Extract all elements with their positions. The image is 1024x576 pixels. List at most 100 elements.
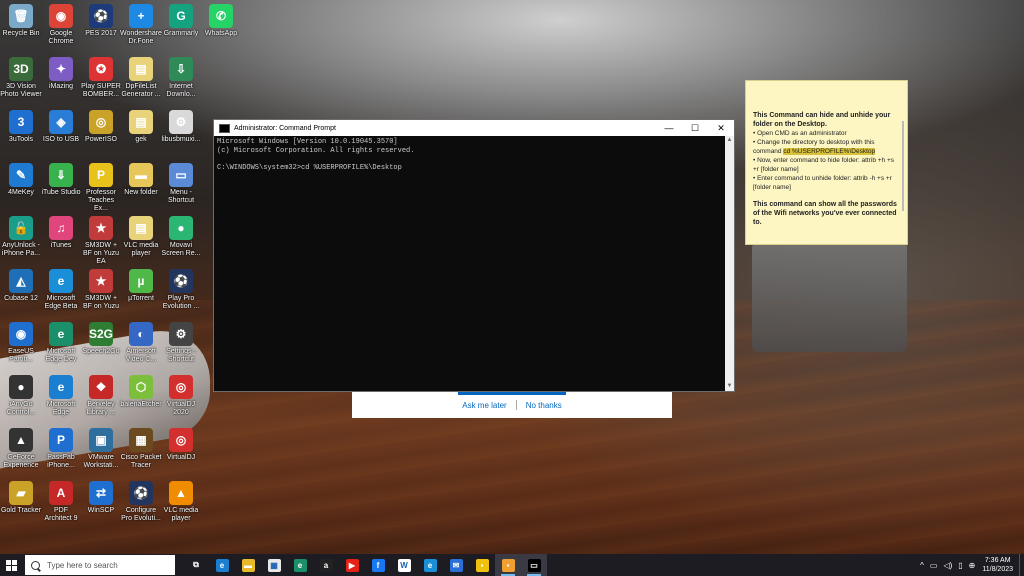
desktop-icon[interactable]: ⇄ WinSCP: [80, 481, 122, 515]
desktop-icon[interactable]: ▲ GeForce Experience: [0, 428, 42, 470]
desktop-icon[interactable]: P PassFab iPhone...: [40, 428, 82, 470]
desktop-icon[interactable]: ◎ PowerISO: [80, 110, 122, 144]
note-bullet-2: • Change the directory to desktop with t…: [753, 139, 876, 155]
app-icon: e: [49, 375, 73, 399]
maximize-button[interactable]: ☐: [682, 120, 708, 136]
desktop-icon[interactable]: ⚙ Settings - Shortcut: [160, 322, 202, 364]
cmd-scrollbar[interactable]: ▲ ▼: [725, 136, 734, 391]
close-button[interactable]: ✕: [708, 120, 734, 136]
desktop-icon[interactable]: 🔓 AnyUnlock - iPhone Pa...: [0, 216, 42, 258]
desktop-icon[interactable]: ◉ Google Chrome: [40, 4, 82, 46]
taskbar-word-icon[interactable]: W: [391, 554, 417, 576]
desktop-icon[interactable]: ▬ New folder: [120, 163, 162, 197]
desktop-icon[interactable]: ▦ Cisco Packet Tracer: [120, 428, 162, 470]
desktop-icon[interactable]: e Microsoft Edge Beta: [40, 269, 82, 311]
desktop-icon-label: PassFab iPhone...: [47, 454, 75, 469]
desktop-icon[interactable]: A PDF Architect 9: [40, 481, 82, 523]
network-icon[interactable]: ▭: [930, 561, 938, 570]
taskbar-edge-icon[interactable]: e: [209, 554, 235, 576]
start-button[interactable]: [0, 554, 22, 576]
scroll-down-icon[interactable]: ▼: [725, 382, 734, 391]
taskbar-edge-beta-icon[interactable]: e: [417, 554, 443, 576]
taskbar-task-view-icon[interactable]: ⧉: [183, 554, 209, 576]
desktop-icon[interactable]: ● Movavi Screen Re...: [160, 216, 202, 258]
note-highlight: cd %USERPROFILE%\Desktop: [783, 148, 876, 155]
taskbar-notes-icon[interactable]: ▪: [495, 554, 521, 576]
clock[interactable]: 7:36 AM 11/8/2023: [982, 556, 1013, 574]
desktop-icon-label: 3uTools: [8, 136, 34, 143]
desktop-icon[interactable]: ▣ VMware Workstati...: [80, 428, 122, 470]
desktop-icon[interactable]: ✪ Play SUPER BOMBER...: [80, 57, 122, 99]
desktop-icon[interactable]: ⚽ Play Pro Evolution ...: [160, 269, 202, 311]
desktop-icon[interactable]: ❖ Berkeley Library ...: [80, 375, 122, 417]
command-prompt-window[interactable]: Administrator: Command Prompt — ☐ ✕ Micr…: [213, 119, 735, 392]
desktop-icon[interactable]: + Wondershare Dr.Fone: [120, 4, 162, 46]
desktop-icon[interactable]: ◭ Cubase 12: [0, 269, 42, 303]
desktop-icon[interactable]: ◎ VirtualDJ: [160, 428, 202, 462]
no-thanks-link[interactable]: No thanks: [526, 401, 562, 410]
taskbar-store-icon[interactable]: ▦: [261, 554, 287, 576]
desktop-icon-label: GeForce Experience: [3, 454, 39, 469]
desktop-icon[interactable]: 3 3uTools: [0, 110, 42, 144]
taskbar-command-prompt-icon[interactable]: ▭: [521, 554, 547, 576]
desktop-icon[interactable]: ✦ iMazing: [40, 57, 82, 91]
desktop-icon[interactable]: ★ SM3DW + BF on Yuzu: [80, 269, 122, 311]
desktop-icon[interactable]: ★ SM3DW + BF on Yuzu EA: [80, 216, 122, 266]
desktop-icon[interactable]: ⇩ Internet Downlo...: [160, 57, 202, 99]
volume-icon[interactable]: ◁): [943, 561, 952, 570]
desktop-icon[interactable]: ▰ Gold Tracker: [0, 481, 42, 515]
console-output[interactable]: Microsoft Windows [Version 10.0.19045.35…: [214, 136, 734, 174]
desktop-icon[interactable]: ▲ VLC media player: [160, 481, 202, 523]
desktop-icon[interactable]: ▤ VLC media player: [120, 216, 162, 258]
desktop-icon[interactable]: µ µTorrent: [120, 269, 162, 303]
desktop-icon[interactable]: ⇓ iTube Studio: [40, 163, 82, 197]
desktop-icon[interactable]: ● iAnyGo Control...: [0, 375, 42, 417]
taskbar-amazon-icon[interactable]: a: [313, 554, 339, 576]
scroll-up-icon[interactable]: ▲: [725, 136, 734, 145]
chevron-up-icon[interactable]: ^: [920, 561, 924, 570]
taskbar-sticky-notes-icon[interactable]: ▪: [469, 554, 495, 576]
desktop-icon-label: Settings - Shortcut: [166, 348, 196, 363]
desktop-icon[interactable]: ⚽ Configure Pro Evoluti...: [120, 481, 162, 523]
taskbar-search[interactable]: Type here to search: [25, 555, 175, 575]
desktop-icon[interactable]: S2G Speech2Go: [80, 322, 122, 356]
taskbar-facebook-icon[interactable]: f: [365, 554, 391, 576]
show-desktop-button[interactable]: [1019, 554, 1024, 576]
desktop-icon-label: Microsoft Edge Dev: [45, 348, 77, 363]
desktop-icon[interactable]: P Professor Teaches Ex...: [80, 163, 122, 213]
cmd-titlebar[interactable]: Administrator: Command Prompt — ☐ ✕: [214, 120, 734, 136]
minimize-button[interactable]: —: [656, 120, 682, 136]
sticky-note[interactable]: This Command can hide and unhide your fo…: [745, 80, 908, 245]
app-icon: ◎: [169, 428, 193, 452]
battery-icon[interactable]: ▯: [958, 561, 962, 570]
ask-later-link[interactable]: Ask me later: [462, 401, 506, 410]
desktop-icon[interactable]: ✎ 4MeKey: [0, 163, 42, 197]
desktop-icon[interactable]: G Grammarly: [160, 4, 202, 38]
desktop-icon[interactable]: ▤ gek: [120, 110, 162, 144]
desktop-icon[interactable]: ◎ VirtualDJ 2020: [160, 375, 202, 417]
taskbar-mail-icon[interactable]: ✉: [443, 554, 469, 576]
taskbar-file-explorer-icon[interactable]: ▬: [235, 554, 261, 576]
language-icon[interactable]: ⊕: [969, 561, 976, 570]
desktop-icon[interactable]: ◈ ISO to USB: [40, 110, 82, 144]
desktop-icon[interactable]: e Microsoft Edge Dev: [40, 322, 82, 364]
note-scrollbar[interactable]: [902, 121, 904, 211]
desktop-icon[interactable]: 3D 3D Vision Photo Viewer: [0, 57, 42, 99]
taskbar-youtube-icon[interactable]: ▶: [339, 554, 365, 576]
app-icon: µ: [129, 269, 153, 293]
desktop-icon[interactable]: ⚙ libusbmuxi...: [160, 110, 202, 144]
desktop-icon[interactable]: e Microsoft Edge: [40, 375, 82, 417]
desktop-icon[interactable]: ✆ WhatsApp: [200, 4, 242, 38]
desktop-icon[interactable]: ◉ EaseUS Partiti...: [0, 322, 42, 364]
desktop-icon[interactable]: ⬡ balenaEtcher: [120, 375, 162, 409]
desktop-icon[interactable]: ♫ iTunes: [40, 216, 82, 250]
desktop-icon[interactable]: ⚽ PES 2017: [80, 4, 122, 38]
desktop-icon[interactable]: ▭ Menu - Shortcut: [160, 163, 202, 205]
app-icon: ◉: [9, 322, 33, 346]
desktop-icon[interactable]: ▤ DpFileList Generator ...: [120, 57, 162, 99]
system-tray: ^ ▭ ◁) ▯ ⊕ 7:36 AM 11/8/2023: [917, 554, 1024, 576]
taskbar-edge-dev-icon[interactable]: e: [287, 554, 313, 576]
desktop-icon[interactable]: ◐ Aimersoft Video C...: [120, 322, 162, 364]
desktop-icon[interactable]: 🗑 Recycle Bin: [0, 4, 42, 38]
app-icon: ▤: [129, 216, 153, 240]
